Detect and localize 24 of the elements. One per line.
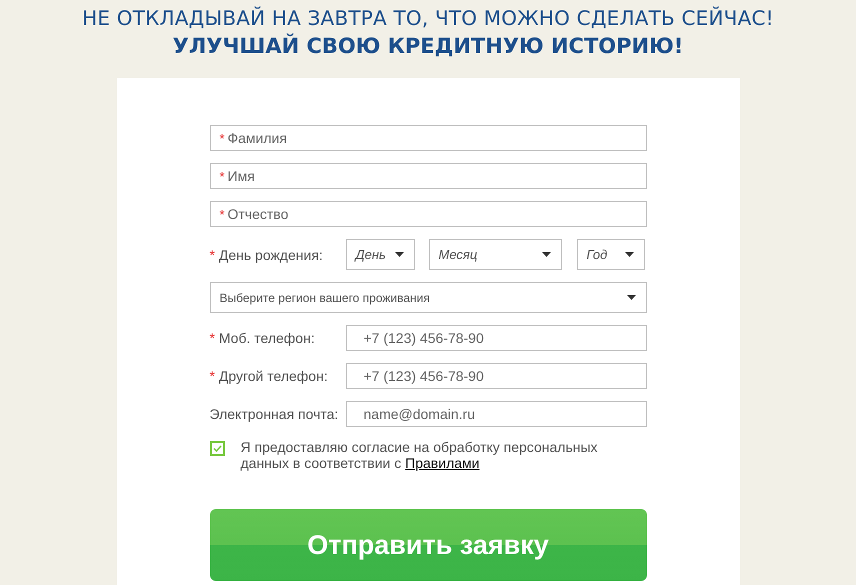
field-label: * Моб. телефон: bbox=[210, 330, 316, 346]
check-icon bbox=[212, 445, 222, 452]
dropdown[interactable]: Выберите регион вашего проживания bbox=[210, 282, 646, 313]
field-label: Электронная почта: bbox=[210, 406, 340, 422]
dropdown[interactable]: Год bbox=[576, 239, 644, 270]
caret-icon bbox=[542, 252, 550, 257]
checkbox[interactable] bbox=[210, 441, 224, 456]
consent-text: Я предоставляю согласие на обработку персональных данных в соответствии с Правилами bbox=[240, 439, 599, 471]
rules-link[interactable]: Правилами bbox=[405, 455, 480, 471]
field-label: * День рождения: bbox=[210, 246, 324, 262]
text-field[interactable]: +7 (123) 456-78-90 bbox=[346, 325, 646, 351]
field-label: * Другой телефон: bbox=[210, 368, 329, 384]
caret-icon bbox=[624, 252, 634, 257]
required-mark: * bbox=[220, 208, 225, 222]
subheadline: УЛУЧШАЙ СВОЮ КРЕДИТНУЮ ИСТОРИЮ! bbox=[172, 34, 684, 58]
dropdown[interactable]: Месяц bbox=[428, 239, 562, 270]
dropdown[interactable]: День bbox=[346, 239, 414, 270]
caret-icon bbox=[626, 295, 636, 300]
caret-icon bbox=[394, 252, 404, 257]
required-mark: * bbox=[220, 132, 225, 146]
text-field[interactable]: name@domain.ru bbox=[346, 401, 646, 427]
headline: НЕ ОТКЛАДЫВАЙ НА ЗАВТРА ТО, ЧТО МОЖНО СДЕЛАТЬ СЕЙЧАС! bbox=[82, 6, 774, 30]
required-mark: * bbox=[220, 170, 225, 184]
text-field[interactable]: +7 (123) 456-78-90 bbox=[346, 363, 646, 389]
